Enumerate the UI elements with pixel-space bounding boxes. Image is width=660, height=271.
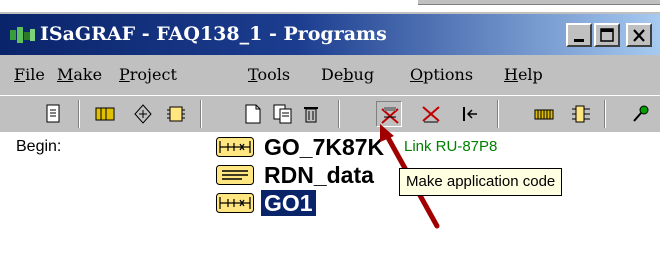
ladder-program-icon [216,137,254,157]
copy-icon [273,104,292,124]
program-name: GO_7K87K [264,134,385,160]
menu-tools[interactable]: Tools [248,65,290,84]
toolbar [0,95,660,133]
make-code-icon [381,107,399,124]
debug-button[interactable] [628,101,654,127]
ladder-program-icon [216,193,254,213]
section-begin-label: Begin: [16,138,62,155]
maximize-button[interactable] [594,23,620,47]
background-window-edge [418,0,660,5]
delete-icon [304,107,318,123]
simulate-icon [572,105,590,123]
dictionary-icon [95,107,115,121]
structured-text-program-icon [216,165,254,185]
document-icon [46,104,60,123]
toolbar-separator [604,100,606,128]
minimize-icon [574,39,584,42]
toolbar-separator [497,100,499,128]
isagraf-app-icon [10,27,35,43]
io-board-icon [534,109,554,120]
menu-project[interactable]: Project [119,65,177,84]
dictionary-button[interactable] [92,101,118,127]
copy-button[interactable] [270,101,296,127]
menu-file[interactable]: File [14,65,45,84]
title-bar[interactable]: ISaGRAF - FAQ138_1 - Programs [0,14,660,55]
isagraf-programs-window: ISaGRAF - FAQ138_1 - Programs File Make … [0,12,660,271]
io-connection-button[interactable] [130,101,156,127]
toolbar-separator [78,100,80,128]
menu-options[interactable]: Options [410,65,473,84]
delete-button[interactable] [298,101,324,127]
desktop-strip [0,0,660,12]
tooltip: Make application code [399,168,563,196]
link-icon [463,107,477,121]
menu-bar: File Make Project Tools Debug Options He… [0,55,660,95]
toolbar-separator [338,100,340,128]
program-name-selected: GO1 [261,190,316,216]
window-title: ISaGRAF - FAQ138_1 - Programs [40,23,387,45]
program-list: Begin: GO_7K87K Link RU-87P8 RDN_data GO… [0,132,660,271]
maximize-icon [600,28,614,42]
link-button[interactable] [456,101,482,127]
simulate-button[interactable] [568,101,594,127]
debug-icon [633,105,649,122]
verify-button[interactable] [418,101,444,127]
toolbar-separator [200,100,202,128]
new-icon [245,104,261,124]
variables-icon [167,106,185,122]
menu-help[interactable]: Help [504,65,543,84]
verify-icon [422,106,440,123]
menu-make[interactable]: Make [57,65,102,84]
variables-button[interactable] [163,101,189,127]
io-connection-icon [134,104,152,124]
document-button[interactable] [40,101,66,127]
minimize-button[interactable] [566,23,592,47]
new-program-button[interactable] [240,101,266,127]
program-comment: Link RU-87P8 [404,138,498,155]
close-button[interactable] [626,23,652,47]
make-code-button[interactable] [376,101,402,127]
close-icon [633,29,645,42]
program-name: RDN_data [264,162,374,188]
io-board-button[interactable] [531,101,557,127]
menu-debug[interactable]: Debug [321,65,374,84]
